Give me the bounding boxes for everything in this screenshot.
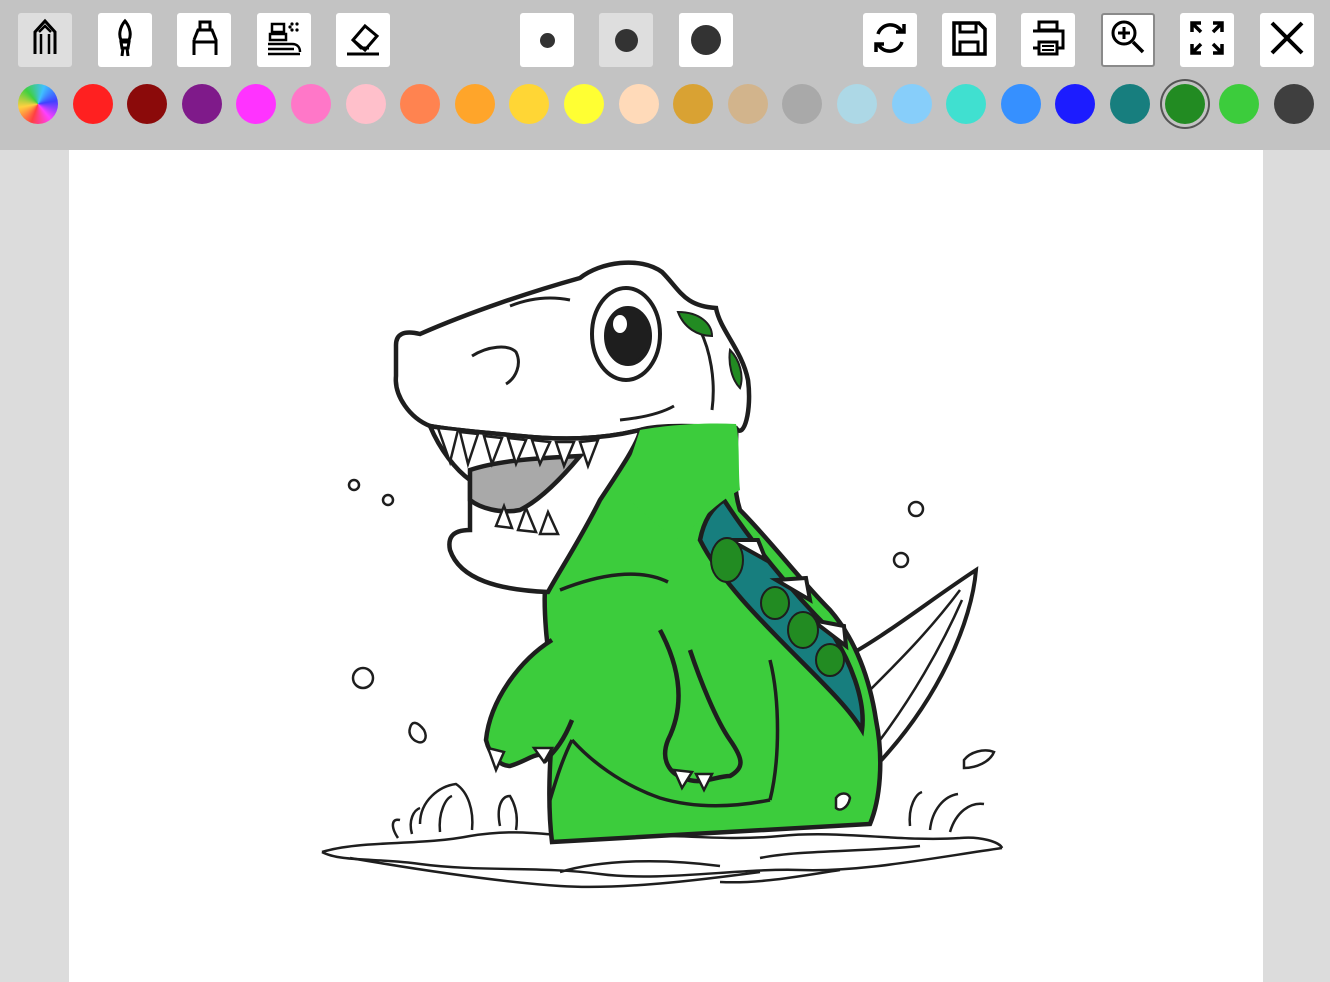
color-swatch[interactable] [946,84,986,124]
marker-icon [184,18,224,62]
color-swatch[interactable] [564,84,604,124]
color-swatch[interactable] [455,84,495,124]
eraser-icon [343,18,383,62]
zoom-in-icon [1108,18,1148,62]
pencil-icon [25,18,65,62]
color-swatch[interactable] [1001,84,1041,124]
fullscreen-button[interactable] [1180,13,1234,67]
size-large-dot-icon [691,25,721,55]
color-swatch[interactable] [182,84,222,124]
toolbar [0,0,1330,150]
eye [590,286,662,382]
color-swatch[interactable] [782,84,822,124]
color-swatch[interactable] [73,84,113,124]
color-swatch[interactable] [291,84,331,124]
print-icon [1028,18,1068,62]
color-swatch[interactable] [837,84,877,124]
spray-icon [264,18,304,62]
color-swatch[interactable] [1274,84,1314,124]
save-icon [949,18,989,62]
fullscreen-icon [1187,18,1227,62]
color-swatch[interactable] [892,84,932,124]
size-small-dot-icon [539,32,555,48]
dinosaur-artwork [321,260,1004,889]
size-small-button[interactable] [520,13,574,67]
brush-icon [105,18,145,62]
size-medium-button[interactable] [599,13,653,67]
close-icon [1267,18,1307,62]
brush-tool-button[interactable] [98,13,152,67]
reset-button[interactable] [863,13,917,67]
color-swatch[interactable] [236,84,276,124]
print-button[interactable] [1021,13,1075,67]
marker-tool-button[interactable] [177,13,231,67]
pencil-tool-button[interactable] [18,13,72,67]
close-button[interactable] [1260,13,1314,67]
color-swatch-rainbow[interactable] [18,84,58,124]
color-swatch[interactable] [1219,84,1259,124]
refresh-icon [870,18,910,62]
spray-tool-button[interactable] [257,13,311,67]
color-swatch[interactable] [509,84,549,124]
color-swatch[interactable] [619,84,659,124]
save-button[interactable] [942,13,996,67]
color-swatch[interactable] [346,84,386,124]
color-swatch[interactable] [1055,84,1095,124]
zoom-button[interactable] [1101,13,1155,67]
eraser-tool-button[interactable] [336,13,390,67]
color-swatch[interactable] [1165,84,1205,124]
color-swatch[interactable] [1110,84,1150,124]
color-swatch[interactable] [400,84,440,124]
size-medium-dot-icon [614,28,638,52]
canvas-area [0,150,1330,982]
size-large-button[interactable] [679,13,733,67]
drawing-canvas[interactable] [69,150,1263,982]
color-swatch[interactable] [673,84,713,124]
color-swatch[interactable] [728,84,768,124]
color-swatch[interactable] [127,84,167,124]
